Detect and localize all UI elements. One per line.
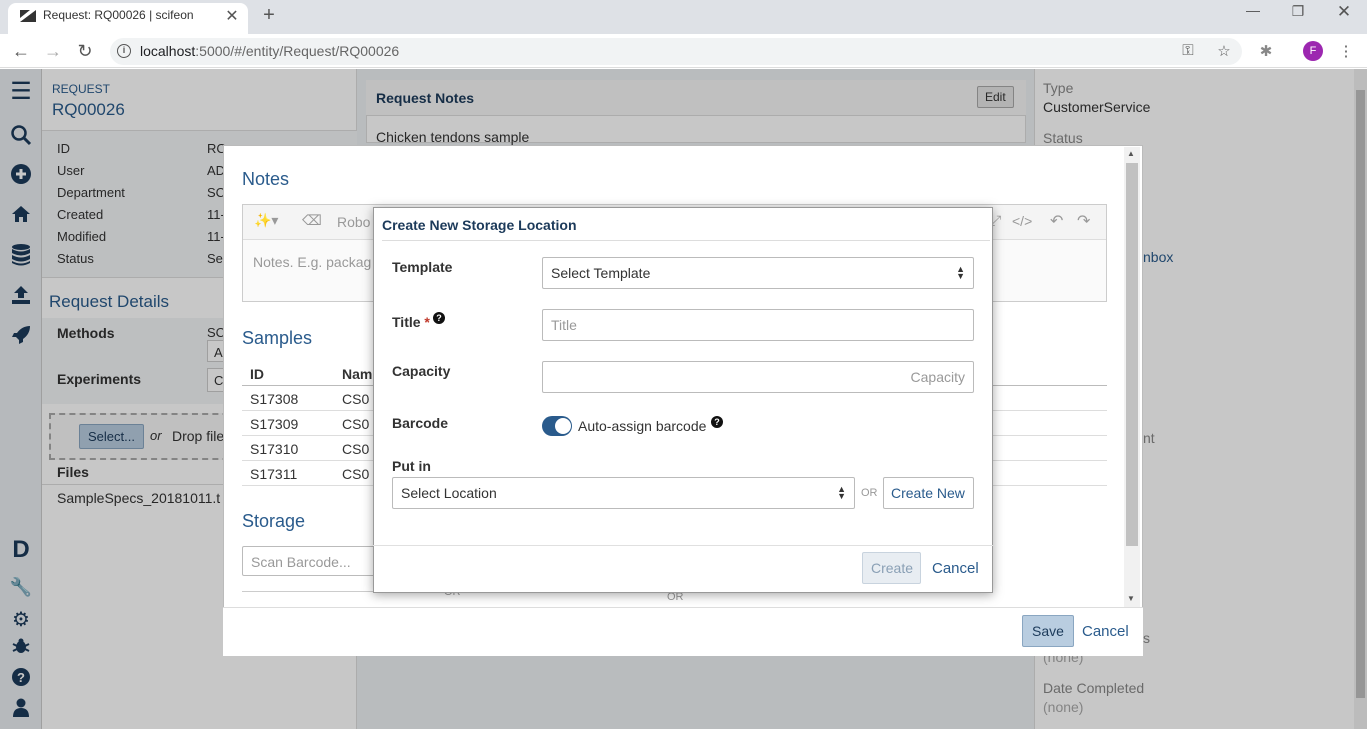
tab-close-icon[interactable]: ✕ — [222, 6, 242, 26]
storage-title: Storage — [242, 511, 306, 531]
auto-assign-barcode-text: Auto-assign barcode — [578, 418, 707, 434]
sample-name: CS0 — [342, 466, 370, 482]
sample-id: S17310 — [250, 441, 299, 457]
notes-cancel-button[interactable]: Cancel — [1082, 623, 1129, 640]
notes-modal-scrollbar-thumb[interactable] — [1126, 163, 1138, 546]
barcode-help-icon[interactable]: ? — [711, 416, 723, 428]
eraser-icon[interactable]: ⌫ — [302, 212, 322, 229]
undo-icon[interactable]: ↶ — [1050, 211, 1063, 231]
bookmark-star-icon[interactable]: ☆ — [1214, 42, 1234, 60]
dialog-footer-divider — [373, 545, 993, 546]
extension-icon[interactable]: ✱ — [1256, 42, 1276, 60]
title-label: Title * — [392, 314, 430, 330]
dialog-cancel-button[interactable]: Cancel — [932, 560, 979, 577]
scan-barcode-input[interactable]: Scan Barcode... — [242, 546, 382, 576]
minimize-window-icon[interactable]: — — [1238, 2, 1268, 18]
notes-title: Notes — [242, 169, 290, 189]
save-button[interactable]: Save — [1022, 615, 1074, 647]
key-icon[interactable]: ⚿ — [1178, 42, 1198, 59]
location-select[interactable]: Select Location ▲ ▼ — [392, 477, 855, 509]
template-label: Template — [392, 259, 453, 275]
sample-id: S17311 — [250, 466, 298, 482]
scifeon-favicon-icon — [20, 10, 36, 22]
scroll-down-icon[interactable]: ▼ — [1127, 594, 1135, 603]
samples-col-id: ID — [250, 366, 264, 382]
create-button[interactable]: Create — [862, 552, 921, 584]
sample-name: CS0 — [342, 391, 370, 407]
dialog-title: Create New Storage Location — [382, 217, 577, 233]
sample-id: S17308 — [250, 391, 299, 407]
site-info-icon[interactable]: i — [117, 44, 131, 58]
code-view-icon[interactable]: </> — [1012, 213, 1032, 229]
template-select-value: Select Template — [551, 265, 651, 281]
forward-arrow-icon[interactable]: → — [41, 41, 65, 62]
scroll-up-icon[interactable]: ▲ — [1127, 149, 1135, 158]
font-family-select[interactable]: Robo — [337, 214, 370, 230]
barcode-label: Barcode — [392, 415, 449, 431]
profile-avatar[interactable]: F — [1303, 41, 1323, 61]
dialog-title-divider — [382, 240, 990, 241]
url-text[interactable]: localhost:5000/#/entity/Request/RQ00026 — [140, 43, 399, 59]
sample-name: CS0 — [342, 441, 370, 457]
samples-title: Samples — [242, 328, 313, 348]
back-arrow-icon[interactable]: ← — [9, 41, 33, 62]
magic-style-icon[interactable]: ✨▾ — [254, 212, 278, 229]
close-window-icon[interactable]: ✕ — [1329, 2, 1359, 22]
notes-editor-placeholder: Notes. E.g. packag — [253, 254, 372, 270]
sample-id: S17309 — [250, 416, 299, 432]
redo-icon[interactable]: ↷ — [1077, 211, 1090, 231]
restore-window-icon[interactable]: ❐ — [1283, 3, 1313, 20]
title-help-icon[interactable]: ? — [433, 312, 445, 324]
browser-tab-title: Request: RQ00026 | scifeon — [43, 8, 194, 22]
location-or-text: OR — [861, 487, 878, 499]
select-arrows-icon: ▲ ▼ — [837, 484, 846, 501]
template-select[interactable]: Select Template ▲ ▼ — [542, 257, 974, 289]
reload-icon[interactable]: ↻ — [73, 41, 97, 62]
put-in-label: Put in — [392, 458, 431, 474]
sample-name: CS0 — [342, 416, 370, 432]
browser-menu-icon[interactable]: ⋮ — [1336, 42, 1356, 60]
capacity-input[interactable]: Capacity — [542, 361, 974, 393]
capacity-label: Capacity — [392, 363, 451, 379]
title-input[interactable]: Title — [542, 309, 974, 341]
location-select-value: Select Location — [401, 485, 497, 501]
new-tab-icon[interactable]: + — [257, 4, 281, 27]
notes-modal-footer — [223, 607, 1143, 656]
toggle-knob — [555, 418, 571, 434]
samples-col-name: Nam — [342, 366, 373, 382]
select-arrows-icon: ▲ ▼ — [956, 264, 965, 281]
required-asterisk: * — [424, 314, 430, 330]
create-new-location-button[interactable]: Create New — [883, 477, 974, 509]
